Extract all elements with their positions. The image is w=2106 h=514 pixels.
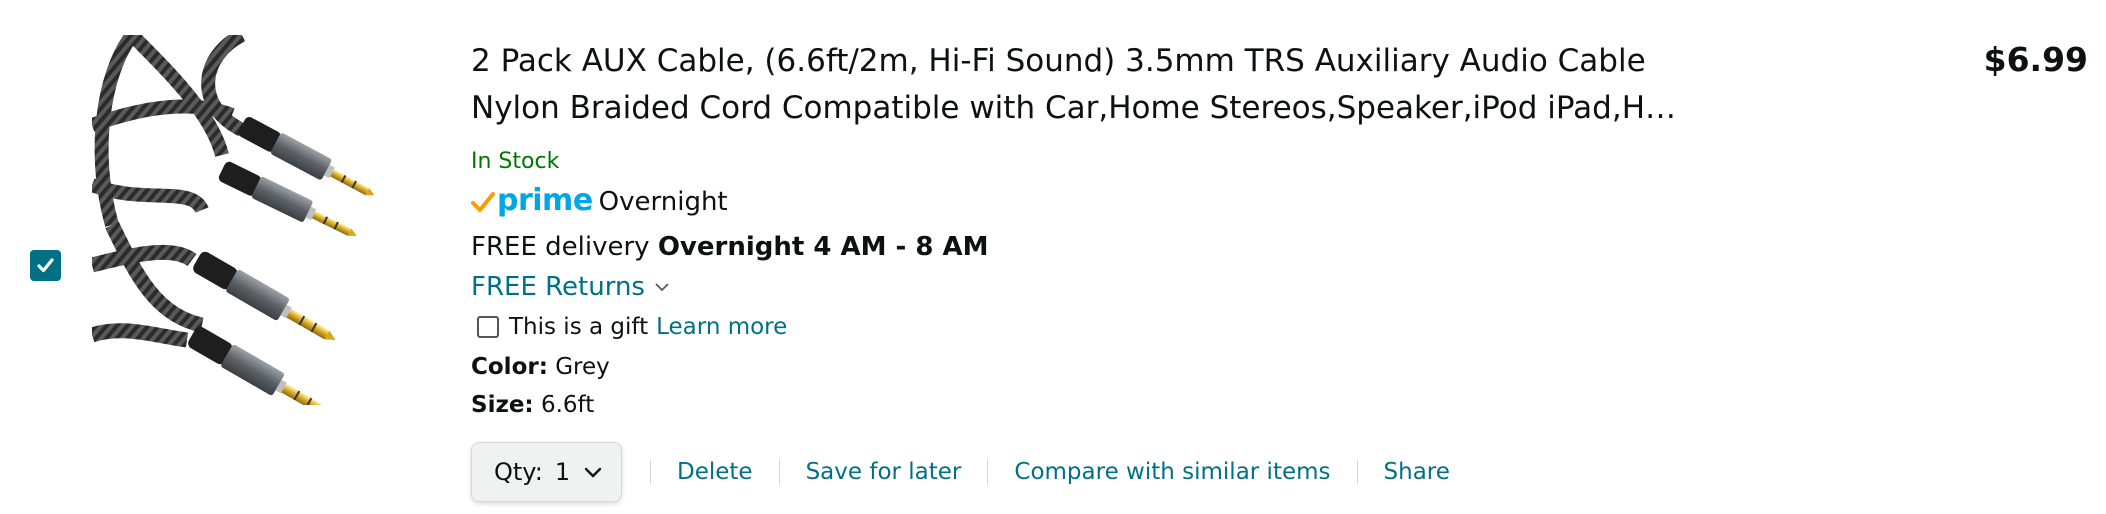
item-details: 2 Pack AUX Cable, (6.6ft/2m, Hi-Fi Sound… (471, 38, 1761, 420)
size-label: Size: (471, 392, 534, 418)
gift-option: This is a gift Learn more (471, 312, 1761, 342)
qty-label: Qty: (494, 458, 543, 486)
prime-speed: Overnight (598, 187, 728, 217)
prime-badge: prime Overnight (471, 182, 1761, 220)
item-actions: Qty: 1 Delete Save for later Compare wit… (471, 441, 1450, 503)
prime-logo: prime (497, 182, 593, 218)
delivery-prefix: FREE delivery (471, 232, 650, 262)
product-title-line-2[interactable]: Nylon Braided Cord Compatible with Car,H… (471, 90, 1676, 126)
item-select-checkbox[interactable] (30, 250, 61, 281)
product-title[interactable]: 2 Pack AUX Cable, (6.6ft/2m, Hi-Fi Sound… (471, 38, 1761, 132)
delivery-info: FREE delivery Overnight 4 AM - 8 AM (471, 230, 1761, 264)
compare-similar-link[interactable]: Compare with similar items (1014, 459, 1330, 485)
quantity-dropdown[interactable]: Qty: 1 (471, 442, 622, 502)
color-value: Grey (555, 354, 610, 380)
gift-learn-more-link[interactable]: Learn more (656, 312, 787, 342)
color-attribute: Color: Grey (471, 352, 1761, 382)
gift-label[interactable]: This is a gift (509, 312, 648, 342)
stock-status: In Stock (471, 149, 560, 174)
gift-checkbox[interactable] (477, 316, 499, 338)
action-divider (778, 459, 780, 485)
qty-value: 1 (554, 458, 571, 486)
product-image[interactable] (89, 28, 442, 415)
size-value: 6.6ft (540, 392, 595, 418)
share-link[interactable]: Share (1384, 459, 1450, 485)
action-divider (650, 459, 651, 485)
free-returns-label[interactable]: FREE Returns (471, 270, 645, 304)
item-price: $6.99 (1983, 40, 2088, 79)
delete-link[interactable]: Delete (677, 459, 753, 485)
chevron-down-icon (584, 467, 602, 478)
prime-check-icon (471, 192, 495, 212)
cart-item: 2 Pack AUX Cable, (6.6ft/2m, Hi-Fi Sound… (0, 0, 2106, 514)
size-attribute: Size: 6.6ft (471, 390, 1761, 420)
action-divider (1356, 459, 1358, 485)
delivery-window: Overnight 4 AM - 8 AM (657, 232, 989, 262)
free-returns-link[interactable]: FREE Returns (471, 270, 1761, 304)
checkmark-icon (37, 258, 54, 273)
color-label: Color: (471, 354, 548, 380)
chevron-down-icon[interactable] (655, 282, 669, 292)
action-divider (987, 459, 989, 485)
product-title-line-1[interactable]: 2 Pack AUX Cable, (6.6ft/2m, Hi-Fi Sound… (471, 43, 1646, 79)
save-for-later-link[interactable]: Save for later (806, 459, 962, 485)
aux-cable-product-image (89, 28, 375, 415)
